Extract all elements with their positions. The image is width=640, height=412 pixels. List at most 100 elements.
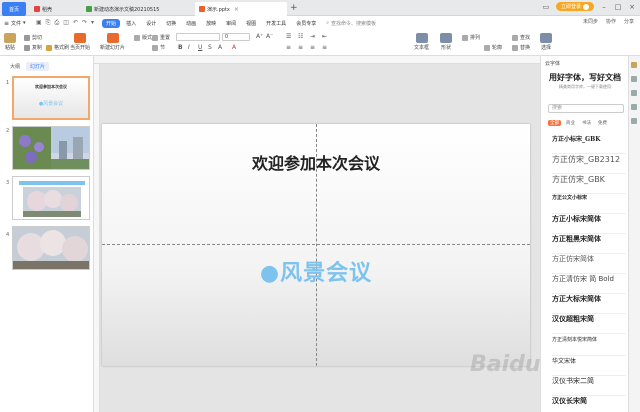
section-button[interactable]: 节 xyxy=(152,44,165,51)
save-icon[interactable]: ▣ xyxy=(36,19,42,27)
menu-animation[interactable]: 动画 xyxy=(182,19,200,28)
font-item[interactable]: 汉仪长宋简 xyxy=(552,396,626,412)
animation-icon[interactable] xyxy=(631,104,637,110)
font-item[interactable]: 方正大标宋简体 xyxy=(552,294,626,314)
textbox-button[interactable]: 文本框 xyxy=(414,33,429,51)
outdent-icon[interactable]: ⇤ xyxy=(322,33,327,40)
tab-dynamic-doc[interactable]: 新建动态演示文稿20210515 xyxy=(82,2,194,16)
menu-view[interactable]: 视图 xyxy=(242,19,260,28)
layout-icon[interactable]: ▭ xyxy=(542,3,550,11)
menu-review[interactable]: 审阅 xyxy=(222,19,240,28)
shape-button[interactable]: 形状 xyxy=(440,33,452,51)
font-family-dropdown[interactable] xyxy=(176,33,220,41)
select-button[interactable]: 选择 xyxy=(540,33,552,51)
shopping-bag-icon[interactable] xyxy=(631,62,637,68)
undo-icon[interactable]: ↶ xyxy=(73,19,78,27)
login-button[interactable]: 立即登录 xyxy=(555,2,594,11)
slide-thumbnail-1[interactable]: 欢迎参加本次会议 ●风景会议 xyxy=(12,76,90,120)
collaborate-button[interactable]: 协作 xyxy=(606,18,616,25)
font-item[interactable]: 方正小标宋_GBK xyxy=(552,134,626,154)
font-item[interactable]: 方正仿宋_GBK xyxy=(552,174,626,194)
file-menu[interactable]: ≡ 文件 ▾ xyxy=(4,20,36,27)
indent-icon[interactable]: ⇥ xyxy=(310,33,315,40)
menu-insert[interactable]: 插入 xyxy=(122,19,140,28)
underline-icon[interactable]: U xyxy=(198,44,202,51)
sync-button[interactable]: 未同步 xyxy=(583,18,598,25)
share-button[interactable]: 分享 xyxy=(624,18,634,25)
add-tab-icon[interactable]: + xyxy=(290,3,298,13)
filter-free[interactable]: 免费 xyxy=(596,120,609,126)
slide-thumbnail-3[interactable] xyxy=(12,176,90,220)
filter-business[interactable]: 商业 xyxy=(564,120,577,126)
find-button[interactable]: 查找 xyxy=(512,34,530,41)
print-icon[interactable]: ⎙ xyxy=(54,19,59,27)
close-window-icon[interactable]: × xyxy=(628,3,636,11)
help-icon[interactable] xyxy=(631,118,637,124)
menu-member[interactable]: 会员专享 xyxy=(292,19,320,28)
quick-access: ▣ ⎘ ⎙ ◫ ↶ ↷ ▾ xyxy=(36,19,94,27)
slide-title[interactable]: 欢迎参加本次会议 xyxy=(102,150,530,174)
format-painter-button[interactable]: 格式刷 xyxy=(46,44,69,51)
tab-home[interactable]: 首页 xyxy=(2,2,26,16)
cut-button[interactable]: 剪切 xyxy=(24,34,42,41)
command-search[interactable]: ⌕ 查找命令、搜索模板 xyxy=(326,20,376,27)
align-right-icon[interactable]: ≡ xyxy=(310,44,315,51)
redo-icon[interactable]: ↷ xyxy=(82,19,87,27)
decrease-font-icon[interactable]: A⁻ xyxy=(266,33,273,40)
italic-icon[interactable]: I xyxy=(188,44,190,51)
outline-button[interactable]: 轮廓 xyxy=(484,44,502,51)
align-center-icon[interactable]: ≡ xyxy=(298,44,303,51)
font-item[interactable]: 方正小标宋简体 xyxy=(552,214,626,234)
reset-button[interactable]: 重置 xyxy=(152,34,170,41)
paste-button[interactable]: 粘贴 xyxy=(4,33,16,51)
new-slide-button[interactable]: 新建幻灯片 xyxy=(100,33,125,51)
preview-icon[interactable]: ◫ xyxy=(63,19,69,27)
arrange-button[interactable]: 排列 xyxy=(462,34,480,41)
bullets-icon[interactable]: ☰ xyxy=(286,33,291,40)
tab-outline[interactable]: 大纲 xyxy=(6,62,24,71)
menu-design[interactable]: 设计 xyxy=(142,19,160,28)
numbering-icon[interactable]: ☷ xyxy=(298,33,303,40)
increase-font-icon[interactable]: A⁺ xyxy=(256,33,263,40)
font-size-dropdown[interactable]: 0 xyxy=(222,33,250,41)
more-icon[interactable]: ▾ xyxy=(91,19,94,27)
settings-icon[interactable] xyxy=(631,90,637,96)
play-from-current-button[interactable]: 当页开始 xyxy=(70,33,90,51)
font-item[interactable]: 方正仿宋简体 xyxy=(552,254,626,274)
copy-button[interactable]: 复制 xyxy=(24,44,42,51)
filter-all[interactable]: 全部 xyxy=(548,120,561,126)
font-item[interactable]: 方正清刻本悦宋简体 xyxy=(552,336,626,356)
justify-icon[interactable]: ≡ xyxy=(322,44,327,51)
font-item[interactable]: 汉仪书宋二简 xyxy=(552,376,626,396)
replace-button[interactable]: 替换 xyxy=(512,44,530,51)
tab-docer[interactable]: 稻壳 xyxy=(30,2,80,16)
font-item[interactable]: 方正清仿宋 简 Bold xyxy=(552,274,626,294)
tab-presentation[interactable]: 演示.pptx × xyxy=(195,2,287,16)
minimize-icon[interactable]: – xyxy=(600,3,608,11)
font-icon[interactable] xyxy=(631,76,637,82)
layout-button[interactable]: 版式 xyxy=(134,34,152,41)
close-icon[interactable]: × xyxy=(234,6,239,13)
slide-subtitle[interactable]: ●风景会议 xyxy=(102,255,530,287)
export-icon[interactable]: ⎘ xyxy=(46,19,51,27)
font-item[interactable]: 方正粗黑宋简体 xyxy=(552,234,626,254)
slide-thumbnail-4[interactable] xyxy=(12,226,90,270)
font-color-icon[interactable]: A xyxy=(232,44,236,51)
slide-thumbnail-2[interactable] xyxy=(12,126,90,170)
menu-developer[interactable]: 开发工具 xyxy=(262,19,290,28)
bold-icon[interactable]: B xyxy=(178,44,183,51)
menu-slideshow[interactable]: 放映 xyxy=(202,19,220,28)
font-item[interactable]: 华文宋体 xyxy=(552,356,626,376)
menu-home[interactable]: 开始 xyxy=(102,18,121,28)
font-item[interactable]: 方正仿宋_GB2312 xyxy=(552,154,626,174)
align-left-icon[interactable]: ≡ xyxy=(286,44,291,51)
shadow-icon[interactable]: S xyxy=(208,44,212,51)
font-search-input[interactable]: 搜索 xyxy=(548,104,624,113)
maximize-icon[interactable]: □ xyxy=(614,3,622,11)
font-item[interactable]: 汉仪超粗宋简 xyxy=(552,314,626,334)
filter-calligraphy[interactable]: 书法 xyxy=(580,120,593,126)
tab-slides[interactable]: 幻灯片 xyxy=(26,62,50,71)
font-item[interactable]: 方正公文小标宋 xyxy=(552,194,626,214)
strikethrough-icon[interactable]: A xyxy=(218,44,222,51)
menu-transition[interactable]: 切换 xyxy=(162,19,180,28)
